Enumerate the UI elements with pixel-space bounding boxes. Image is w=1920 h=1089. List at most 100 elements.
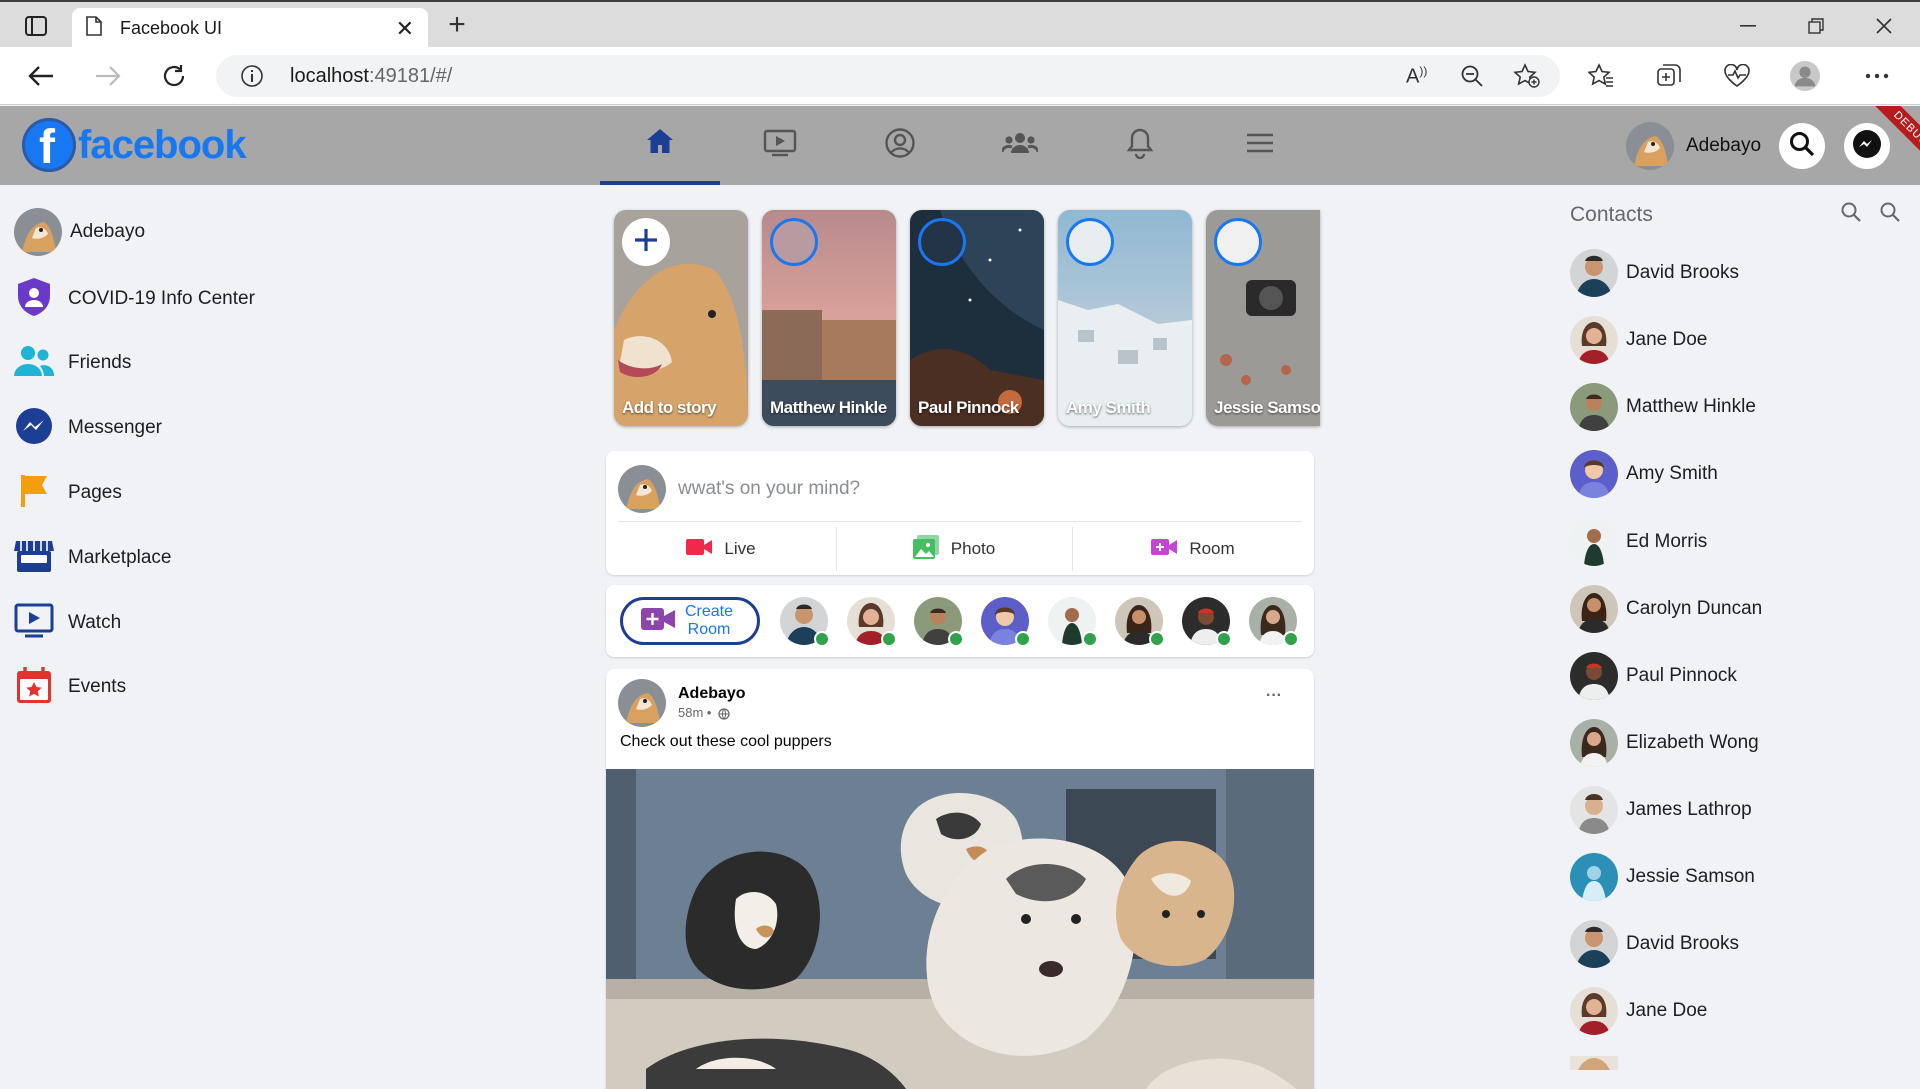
post-time[interactable]: 58m • [678,705,711,720]
contact-name: Matthew Hinkle [1626,396,1756,417]
sidebar-item-marketplace[interactable]: Marketplace [14,534,172,582]
browser-tab[interactable]: Facebook UI ✕ [72,8,428,49]
add-favorite-icon[interactable] [1513,63,1541,94]
browser-essentials-icon[interactable] [1722,61,1752,91]
contact-item[interactable]: Jane Doe [1570,316,1707,364]
url-bar[interactable]: localhost:49181/#/ A)) [216,55,1560,97]
tab-home[interactable] [600,106,720,185]
room-participant-avatar[interactable] [847,597,897,647]
sidebar-item-events[interactable]: Events [14,663,126,711]
contact-item[interactable]: James Lathrop [1570,786,1752,834]
video-camera-icon [686,538,713,561]
zoom-out-icon[interactable] [1460,64,1484,93]
sidebar-item-label: Adebayo [70,221,146,242]
story-card-add[interactable]: Add to story [614,210,748,426]
room-participant-avatar[interactable] [1249,597,1299,647]
search-button[interactable] [1779,123,1825,169]
page-icon [86,16,102,41]
sidebar-item-covid[interactable]: COVID-19 Info Center [14,275,255,323]
minimize-icon[interactable] [1728,12,1768,40]
contact-item[interactable]: Jane Doe [1570,987,1707,1035]
contact-item[interactable]: Paul Pinnock [1570,652,1737,700]
tab-title: Facebook UI [120,18,223,38]
room-participant-avatar[interactable] [1115,597,1165,647]
contact-item[interactable]: David Brooks [1570,920,1739,968]
sidebar-item-messenger[interactable]: Messenger [14,404,162,452]
back-icon[interactable] [26,61,56,91]
add-story-button[interactable] [622,218,670,266]
room-participant-avatar[interactable] [981,597,1031,647]
contact-avatar [1570,316,1618,364]
facebook-logo[interactable]: f facebook [22,118,247,174]
sidebar-item-friends[interactable]: Friends [14,339,131,387]
contact-item[interactable]: David Brooks [1570,249,1739,297]
sidebar-item-watch[interactable]: Watch [14,599,121,647]
room-participant-avatar[interactable] [780,597,830,647]
forward-icon[interactable] [93,61,123,91]
room-participant-avatar[interactable] [1182,597,1232,647]
contact-avatar [1570,853,1618,901]
contact-item[interactable]: Matthew Hinkle [1570,383,1756,431]
room-participant-avatar[interactable] [914,597,964,647]
post-author-avatar[interactable] [618,679,666,727]
plus-icon [633,227,659,258]
refresh-icon[interactable] [159,61,189,91]
contact-avatar [1570,719,1618,767]
story-card[interactable]: Paul Pinnock [910,210,1044,426]
contacts-search-icon[interactable] [1840,201,1862,228]
contact-avatar [1570,518,1618,566]
profile-avatar-icon[interactable] [1790,61,1820,91]
story-card[interactable]: Jessie Samson [1206,210,1320,426]
tab-profile[interactable] [840,106,960,185]
sidebar-item-profile[interactable]: Adebayo [14,208,145,256]
contact-item[interactable]: Elizabeth Wong [1570,719,1759,767]
user-name: Adebayo [1686,135,1762,156]
notifications-icon [1126,127,1154,164]
contacts-search-icon-2[interactable] [1879,201,1901,228]
more-options-icon[interactable] [1862,61,1892,91]
address-toolbar: localhost:49181/#/ A)) [0,47,1920,105]
url-path: :49181/#/ [368,65,453,87]
header-profile[interactable]: Adebayo [1626,122,1761,170]
close-tab-icon[interactable]: ✕ [396,16,414,42]
contact-item[interactable]: Carolyn Duncan [1570,585,1762,633]
sidebar-item-pages[interactable]: Pages [14,469,122,517]
live-label: Live [724,539,756,558]
photo-button[interactable]: Photo [836,523,1072,575]
post-image[interactable] [606,769,1314,1089]
messenger-icon [14,406,54,451]
contact-name: Elizabeth Wong [1626,732,1759,753]
restore-icon[interactable] [1796,12,1836,40]
tab-menu[interactable] [1200,106,1320,185]
contact-item[interactable]: Jessie Samson [1570,853,1755,901]
contact-item[interactable]: Amy Smith [1570,450,1718,498]
tab-watch[interactable] [720,106,840,185]
favorites-icon[interactable] [1586,61,1616,91]
story-card[interactable]: Amy Smith [1058,210,1192,426]
photo-icon [912,534,939,564]
sidebar-item-label: Friends [68,352,132,373]
contact-avatar [1570,383,1618,431]
room-button[interactable]: Room [1072,523,1314,575]
story-label: Amy Smith [1066,398,1151,417]
collections-icon[interactable] [1654,61,1684,91]
composer-input[interactable]: wwat's on your mind? [678,478,860,500]
live-button[interactable]: Live [606,523,836,575]
close-window-icon[interactable] [1864,12,1904,40]
contact-avatar [1570,987,1618,1035]
browser-tab-strip: Facebook UI ✕ + [0,0,1920,49]
site-info-icon[interactable] [240,64,264,93]
sidebar-item-label: Watch [68,612,122,633]
room-participant-avatar[interactable] [1048,597,1098,647]
post-more-button[interactable]: ··· [1266,687,1282,705]
new-tab-button[interactable]: + [442,10,472,40]
contact-item[interactable]: Ed Morris [1570,518,1707,566]
tab-groups[interactable] [960,106,1080,185]
story-card[interactable]: Matthew Hinkle [762,210,896,426]
tab-actions-icon[interactable] [16,12,56,40]
post-author[interactable]: Adebayo [678,685,746,703]
tab-notifications[interactable] [1080,106,1200,185]
read-aloud-icon[interactable]: A)) [1406,64,1427,89]
online-indicator [948,631,964,647]
create-room-button[interactable]: Create Room [620,597,760,645]
